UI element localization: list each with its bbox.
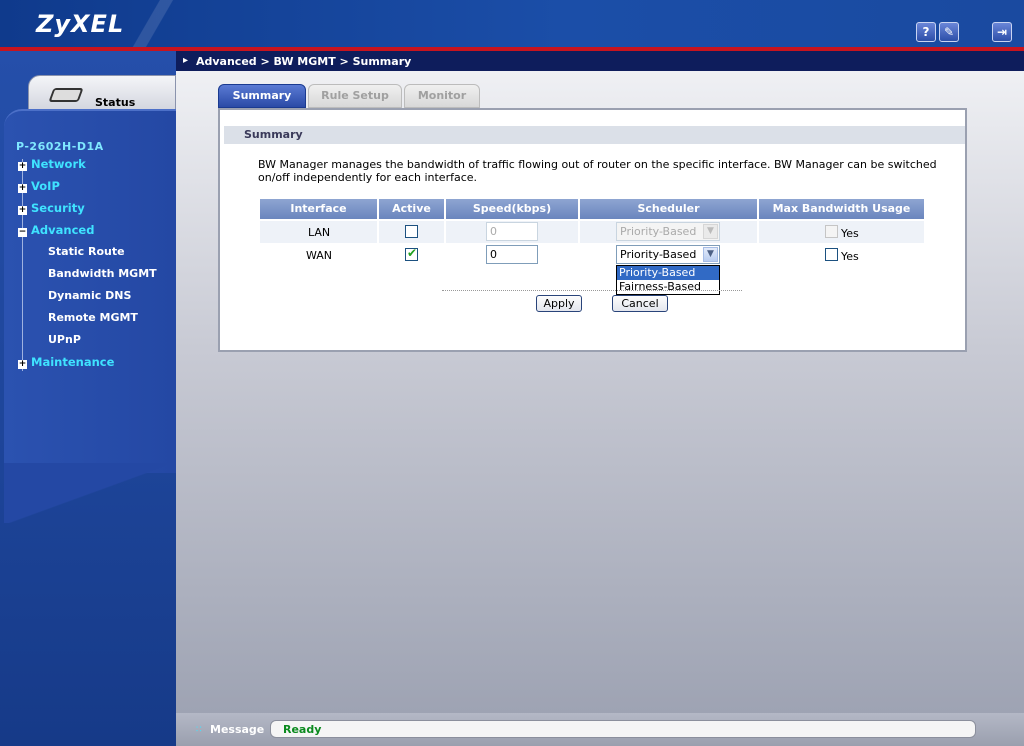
tab-rule-setup[interactable]: Rule Setup xyxy=(308,84,402,108)
lan-interface: LAN xyxy=(308,226,331,239)
col-max-bandwidth: Max Bandwidth Usage xyxy=(759,199,924,219)
col-speed: Speed(kbps) xyxy=(446,199,578,219)
menu-bandwidth-mgmt[interactable]: Bandwidth MGMT xyxy=(48,267,157,280)
message-box: Ready xyxy=(270,720,976,738)
menu-voip-label: VoIP xyxy=(31,179,60,193)
expand-icon: + xyxy=(18,359,27,369)
zyxel-logo: ZyXEL xyxy=(36,10,125,38)
status-tab-label: Status xyxy=(95,96,136,109)
wizard-icon[interactable]: ✎ xyxy=(939,22,959,42)
menu-upnp[interactable]: UPnP xyxy=(48,333,81,346)
apply-button[interactable]: Apply xyxy=(536,295,582,312)
option-fairness-based[interactable]: Fairness-Based xyxy=(617,280,719,294)
lan-speed-input[interactable] xyxy=(486,222,538,241)
tab-summary[interactable]: Summary xyxy=(218,84,306,108)
cancel-button[interactable]: Cancel xyxy=(612,295,668,312)
lan-max-usage-label: Yes xyxy=(841,227,859,240)
main-content: ▸ Advanced > BW MGMT > Summary Summary R… xyxy=(176,51,1024,713)
col-interface: Interface xyxy=(260,199,377,219)
content-panel: Summary BW Manager manages the bandwidth… xyxy=(218,108,967,352)
router-icon xyxy=(48,88,84,102)
lan-active-checkbox[interactable] xyxy=(405,225,418,238)
status-bar: ∷ Message Ready xyxy=(176,713,1024,746)
menu-security-label: Security xyxy=(31,201,85,215)
divider xyxy=(442,290,742,291)
tab-monitor[interactable]: Monitor xyxy=(404,84,480,108)
chevron-right-icon: ▸ xyxy=(183,55,189,66)
wan-interface: WAN xyxy=(306,249,333,262)
menu-advanced-label: Advanced xyxy=(31,223,95,237)
col-active: Active xyxy=(379,199,444,219)
logo-stripe xyxy=(120,0,180,48)
expand-icon: + xyxy=(18,183,27,193)
menu-static-route[interactable]: Static Route xyxy=(48,245,125,258)
menu-maintenance-label: Maintenance xyxy=(31,355,115,369)
wan-scheduler-select[interactable]: Priority-Based ▼ xyxy=(616,245,720,264)
help-icon[interactable]: ? xyxy=(916,22,936,42)
breadcrumb-text: Advanced > BW MGMT > Summary xyxy=(196,55,412,68)
lan-max-usage-checkbox[interactable] xyxy=(825,225,838,238)
checkmark-icon: ✔ xyxy=(407,246,418,260)
option-priority-based[interactable]: Priority-Based xyxy=(617,266,719,280)
wan-max-usage-checkbox[interactable] xyxy=(825,248,838,261)
menu-network-label: Network xyxy=(31,157,86,171)
expand-icon: + xyxy=(18,205,27,215)
collapse-icon: − xyxy=(18,227,27,237)
menu-network[interactable]: + Network xyxy=(18,157,86,171)
grip-icon: ∷ xyxy=(196,725,202,735)
app-header: ZyXEL ? ✎ ⇥ xyxy=(0,0,1024,48)
menu-voip[interactable]: + VoIP xyxy=(18,179,60,193)
sidebar: Status P-2602H-D1A + Network + VoIP + Secur… xyxy=(0,51,176,746)
device-model: P-2602H-D1A xyxy=(16,140,104,153)
wan-active-checkbox[interactable]: ✔ xyxy=(405,246,418,261)
lan-scheduler-value: Priority-Based xyxy=(620,225,697,238)
wan-scheduler-value: Priority-Based xyxy=(620,248,697,261)
message-label: Message xyxy=(210,723,265,736)
wan-max-usage-label: Yes xyxy=(841,250,859,263)
menu-advanced[interactable]: − Advanced xyxy=(18,223,94,237)
logout-icon[interactable]: ⇥ xyxy=(992,22,1012,42)
section-title: Summary xyxy=(224,126,965,144)
chevron-down-icon: ▼ xyxy=(703,247,718,262)
expand-icon: + xyxy=(18,161,27,171)
menu-maintenance[interactable]: + Maintenance xyxy=(18,355,114,369)
menu-remote-mgmt[interactable]: Remote MGMT xyxy=(48,311,138,324)
lan-scheduler-select[interactable]: Priority-Based ▼ xyxy=(616,222,720,241)
col-scheduler: Scheduler xyxy=(580,199,757,219)
chevron-down-icon: ▼ xyxy=(703,224,718,239)
breadcrumb: ▸ Advanced > BW MGMT > Summary xyxy=(176,51,1024,71)
description: BW Manager manages the bandwidth of traf… xyxy=(258,158,937,184)
wan-speed-input[interactable] xyxy=(486,245,538,264)
menu-security[interactable]: + Security xyxy=(18,201,85,215)
menu-dynamic-dns[interactable]: Dynamic DNS xyxy=(48,289,131,302)
